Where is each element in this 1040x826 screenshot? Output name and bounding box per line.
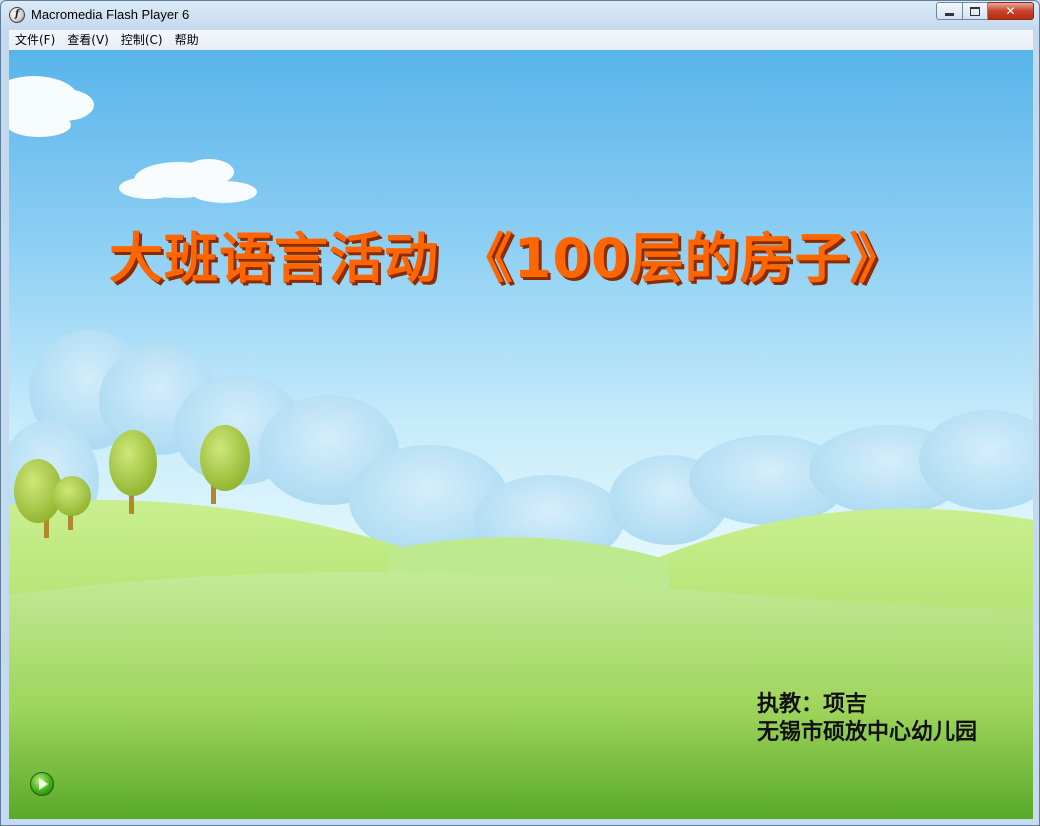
tree-4 xyxy=(200,425,250,504)
cloud-top-left xyxy=(9,76,94,137)
play-button[interactable] xyxy=(30,772,54,796)
maximize-icon xyxy=(970,6,980,16)
menu-bar: 文件(F) 查看(V) 控制(C) 帮助 xyxy=(9,30,1033,51)
window-title: Macromedia Flash Player 6 xyxy=(31,7,190,22)
school-line: 无锡市硕放中心幼儿园 xyxy=(757,719,978,745)
minimize-button[interactable] xyxy=(936,2,963,20)
window-controls: ✕ xyxy=(936,2,1034,21)
title-bar[interactable]: f Macromedia Flash Player 6 ✕ xyxy=(1,1,1039,30)
flash-player-window: f Macromedia Flash Player 6 ✕ 文件(F) 查看(V… xyxy=(0,0,1040,826)
play-icon xyxy=(39,778,48,790)
close-button[interactable]: ✕ xyxy=(988,2,1034,20)
slide-heading: 大班语言活动 《100层的房子》 xyxy=(109,227,905,290)
credits: 执教：项吉 无锡市硕放中心幼儿园 xyxy=(757,690,977,746)
flash-stage[interactable]: 大班语言活动 《100层的房子》 执教：项吉 无锡市硕放中心幼儿园 xyxy=(9,50,1033,819)
menu-help[interactable]: 帮助 xyxy=(169,30,205,50)
teacher-line: 执教：项吉 xyxy=(757,691,868,717)
menu-control[interactable]: 控制(C) xyxy=(115,30,169,50)
flash-player-icon[interactable]: f xyxy=(9,7,25,23)
close-icon: ✕ xyxy=(1005,4,1016,18)
minimize-icon xyxy=(945,12,954,16)
menu-file[interactable]: 文件(F) xyxy=(9,30,61,50)
menu-view[interactable]: 查看(V) xyxy=(61,30,115,50)
cloud-center xyxy=(119,159,257,203)
maximize-button[interactable] xyxy=(963,2,988,20)
